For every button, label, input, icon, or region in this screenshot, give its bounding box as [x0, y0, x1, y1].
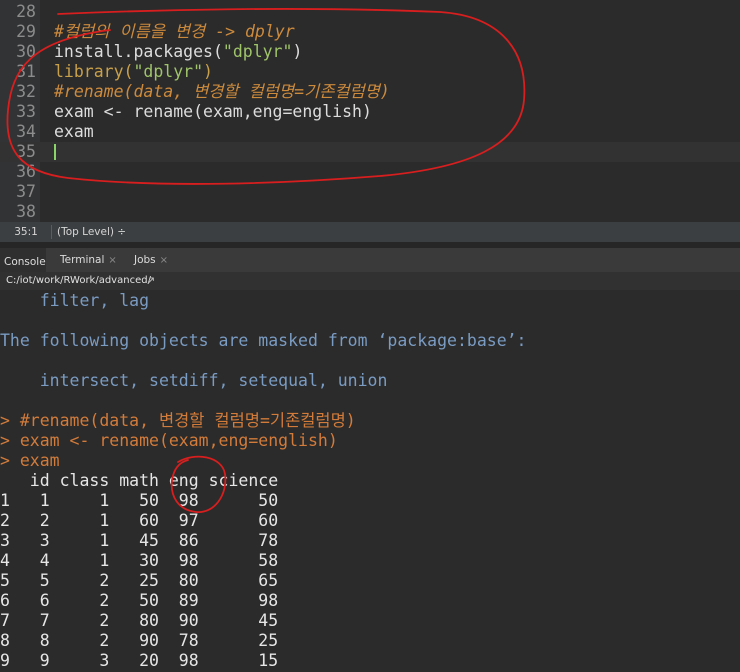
source-editor[interactable]: 28 29 #컬럼의 이름을 변경 -> dplyr 30 install.packag… [0, 0, 740, 222]
status-divider [51, 225, 52, 239]
tab-terminal[interactable]: Terminal × [56, 248, 121, 272]
editor-line[interactable]: 30 install.packages("dplyr") [0, 42, 740, 62]
line-number: 35 [16, 142, 36, 161]
line-number: 31 [16, 62, 36, 81]
cursor-position: 35:1 [14, 226, 38, 238]
console-line: id class math eng science [0, 471, 279, 490]
close-icon[interactable]: × [160, 255, 168, 266]
editor-line[interactable]: 33 exam <- rename(exam,eng=english) [0, 102, 740, 122]
code-text: #rename(data, 변경할 컬럼명=기존컬럼명) [54, 82, 390, 101]
console-line: 5 5 2 25 80 65 [0, 571, 279, 590]
scope-selector[interactable]: (Top Level) ÷ [57, 222, 126, 242]
tab-terminal-label: Terminal [60, 254, 105, 266]
console-output[interactable]: filter, lag The following objects are mas… [0, 290, 740, 672]
code-paren: ) [203, 62, 213, 81]
console-line: 6 6 2 50 89 98 [0, 591, 279, 610]
code-paren: ) [292, 42, 303, 61]
editor-status-bar: 35:1 (Top Level) ÷ [0, 222, 740, 242]
editor-line[interactable]: 38 [0, 202, 740, 222]
code-text: exam [54, 122, 94, 141]
console-line: > #rename(data, 변경할 컬럼명=기존컬럼명) [0, 411, 356, 430]
code-string: "dplyr" [222, 42, 293, 61]
working-directory-bar: C:/iot/work/RWork/advanced/ ↗ [0, 272, 740, 290]
code-text: #컬럼의 이름을 변경 -> dplyr [54, 22, 295, 41]
console-line: intersect, setdiff, setequal, union [0, 371, 388, 390]
console-line: 7 7 2 80 90 45 [0, 611, 279, 630]
tab-jobs-label: Jobs [134, 254, 156, 266]
editor-line[interactable]: 32 #rename(data, 변경할 컬럼명=기존컬럼명) [0, 82, 740, 102]
tab-jobs[interactable]: Jobs × [130, 248, 172, 272]
editor-line[interactable]: 35 [0, 142, 740, 162]
line-number: 38 [16, 202, 36, 221]
code-string: "dplyr" [133, 62, 204, 81]
editor-line[interactable]: 29 #컬럼의 이름을 변경 -> dplyr [0, 22, 740, 42]
line-number: 29 [16, 22, 36, 41]
console-line: 4 4 1 30 98 58 [0, 551, 279, 570]
console-line: 9 9 3 20 98 15 [0, 651, 279, 670]
console-line: 1 1 1 50 98 50 [0, 491, 279, 510]
line-number: 37 [16, 182, 36, 201]
editor-line[interactable]: 36 [0, 162, 740, 182]
code-function: install.packages( [54, 42, 223, 61]
editor-line[interactable]: 28 [0, 2, 740, 22]
line-number: 32 [16, 82, 36, 101]
line-number: 33 [16, 102, 36, 121]
editor-line[interactable]: 37 [0, 182, 740, 202]
code-function: library( [54, 62, 134, 81]
tab-console-label: Console [4, 256, 46, 268]
go-to-directory-icon[interactable]: ↗ [146, 272, 155, 290]
line-number: 30 [16, 42, 36, 61]
console-line: filter, lag [0, 291, 150, 310]
working-directory-path: C:/iot/work/RWork/advanced/ [6, 275, 151, 286]
editor-line[interactable]: 31 library("dplyr") [0, 62, 740, 82]
editor-line[interactable]: 34 exam [0, 122, 740, 142]
code-text: library("dplyr") [54, 62, 213, 82]
code-text: exam <- rename(exam,eng=english) [54, 102, 372, 121]
text-cursor [54, 144, 56, 160]
console-line: > exam <- rename(exam,eng=english) [0, 431, 338, 450]
console-line: > exam [0, 451, 60, 470]
close-icon[interactable]: × [108, 255, 116, 266]
console-line: 8 8 2 90 78 25 [0, 631, 279, 650]
line-number: 28 [16, 2, 36, 21]
console-line: The following objects are masked from ‘p… [0, 331, 527, 350]
line-number: 34 [16, 122, 36, 141]
line-number: 36 [16, 162, 36, 181]
console-line: 2 2 1 60 97 60 [0, 511, 279, 530]
console-line: 3 3 1 45 86 78 [0, 531, 279, 550]
console-tab-bar: Console Terminal × Jobs × [0, 248, 740, 274]
tab-console[interactable]: Console [0, 248, 46, 274]
code-text: install.packages("dplyr") [54, 42, 302, 62]
